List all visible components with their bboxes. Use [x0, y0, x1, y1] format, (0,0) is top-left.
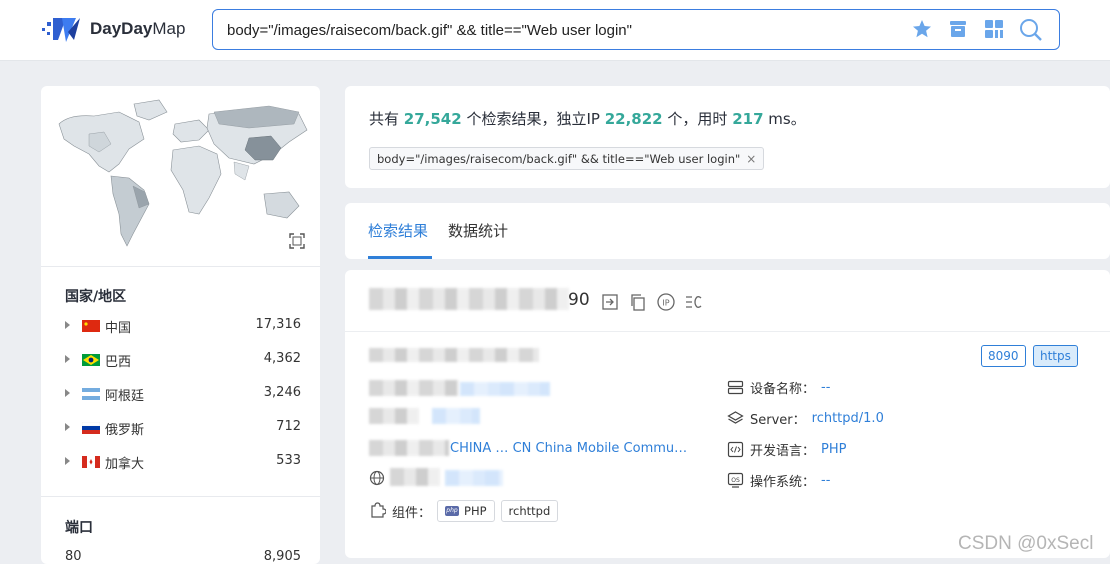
ip-icon[interactable]: IP — [656, 292, 676, 312]
star-icon[interactable] — [911, 18, 933, 40]
device-icon — [727, 379, 744, 396]
flag-cn-icon — [82, 320, 100, 332]
world-map[interactable] — [49, 94, 311, 260]
country-row-ca[interactable]: 加拿大 533 — [65, 453, 301, 473]
country-count: 533 — [276, 453, 301, 468]
search-bar — [212, 9, 1060, 50]
grid-icon[interactable] — [983, 18, 1005, 40]
device-name-row: 设备名称： -- — [727, 378, 830, 397]
tab-statistics[interactable]: 数据统计 — [448, 220, 508, 241]
country-row-cn[interactable]: 中国 17,316 — [65, 317, 301, 337]
php-icon: php — [445, 506, 460, 516]
svg-text:IP: IP — [662, 299, 669, 308]
port-number: 80 — [65, 549, 82, 564]
result-title-tail[interactable]: 90 — [568, 290, 590, 310]
country-section-title: 国家/地区 — [65, 289, 127, 305]
port-badge[interactable]: 8090 — [981, 345, 1026, 367]
redacted-ip — [369, 380, 459, 396]
puzzle-icon — [369, 501, 387, 522]
component-tag-php[interactable]: php PHP — [437, 500, 495, 522]
flag-ar-icon — [82, 388, 100, 400]
expand-arrow-icon[interactable] — [65, 355, 70, 363]
close-icon[interactable]: × — [746, 152, 756, 166]
unique-ip-count: 22,822 — [604, 110, 663, 128]
redacted-title — [369, 288, 569, 310]
server-value[interactable]: rchttpd/1.0 — [812, 411, 884, 426]
language-value[interactable]: PHP — [821, 442, 846, 457]
redacted-link — [445, 470, 503, 486]
active-tab-indicator — [368, 256, 432, 259]
title-actions: IP — [600, 292, 704, 312]
layers-icon — [727, 410, 744, 427]
svg-text:OS: OS — [731, 477, 740, 484]
location-link[interactable]: CHINA … CN China Mobile Commu… — [450, 441, 687, 456]
server-row: Server： rchttpd/1.0 — [727, 409, 884, 428]
globe-icon — [369, 470, 385, 486]
search-icon[interactable] — [1019, 18, 1042, 41]
country-name: 中国 — [105, 321, 132, 336]
country-row-ar[interactable]: 阿根廷 3,246 — [65, 385, 301, 405]
component-tag-rchttpd[interactable]: rchttpd — [500, 500, 559, 522]
country-row-br[interactable]: 巴西 4,362 — [65, 351, 301, 371]
expand-arrow-icon[interactable] — [65, 321, 70, 329]
query-chip-label: body="/images/raisecom/back.gif" && titl… — [377, 151, 741, 166]
country-count: 3,246 — [263, 385, 301, 400]
summary-card — [345, 86, 1110, 188]
redacted-field — [369, 408, 419, 424]
copy-icon[interactable] — [628, 292, 648, 312]
code-icon — [727, 441, 744, 458]
archive-icon[interactable] — [947, 18, 969, 40]
port-count: 8,905 — [263, 549, 301, 564]
divider — [41, 266, 320, 267]
redacted-host — [369, 348, 539, 362]
components-label: 组件： — [392, 505, 432, 521]
redacted-field — [390, 468, 440, 486]
time-ms: 217 — [732, 110, 764, 128]
watermark: CSDN @0xSecl — [958, 533, 1094, 554]
query-chip: body="/images/raisecom/back.gif" && titl… — [369, 147, 765, 170]
logo-icon — [42, 14, 82, 44]
os-value: -- — [821, 473, 831, 488]
result-summary: 共有 27,542 个检索结果，独立IP 22,822 个，用时 217 ms。 — [369, 110, 806, 128]
logo[interactable]: DayDayMap — [42, 14, 185, 44]
country-count: 17,316 — [255, 317, 302, 332]
cert-icon[interactable] — [684, 292, 704, 312]
logo-text: DayDayMap — [90, 19, 186, 38]
flag-ru-icon — [81, 421, 101, 434]
country-name: 俄罗斯 — [105, 423, 145, 438]
redacted-field — [369, 440, 449, 456]
language-row: 开发语言： PHP — [727, 440, 846, 459]
flag-br-icon — [82, 354, 100, 366]
tab-search-results[interactable]: 检索结果 — [368, 220, 428, 241]
port-row[interactable]: 80 8,905 — [65, 549, 301, 564]
flag-ca-icon — [82, 456, 100, 468]
country-name: 加拿大 — [105, 457, 145, 472]
total-count: 27,542 — [403, 110, 462, 128]
top-bar: DayDayMap — [0, 0, 1110, 61]
redacted-link — [432, 408, 480, 424]
port-section-title: 端口 — [65, 520, 93, 536]
expand-arrow-icon[interactable] — [65, 423, 70, 431]
divider — [345, 331, 1110, 332]
os-row: OS 操作系统： -- — [727, 471, 830, 490]
divider — [41, 496, 320, 497]
expand-map-icon[interactable] — [289, 233, 305, 249]
expand-arrow-icon[interactable] — [65, 389, 70, 397]
country-name: 阿根廷 — [105, 389, 145, 404]
country-count: 712 — [276, 419, 301, 434]
country-name: 巴西 — [105, 355, 132, 370]
protocol-badge[interactable]: https — [1033, 345, 1078, 367]
search-input[interactable] — [227, 19, 887, 41]
open-link-icon[interactable] — [600, 292, 620, 312]
country-count: 4,362 — [263, 351, 301, 366]
country-row-ru[interactable]: 俄罗斯 712 — [65, 419, 301, 439]
os-icon: OS — [727, 472, 744, 489]
redacted-link — [460, 382, 550, 396]
device-name-value: -- — [821, 380, 831, 395]
components-row: 组件： php PHP rchttpd — [369, 500, 559, 522]
expand-arrow-icon[interactable] — [65, 457, 70, 465]
